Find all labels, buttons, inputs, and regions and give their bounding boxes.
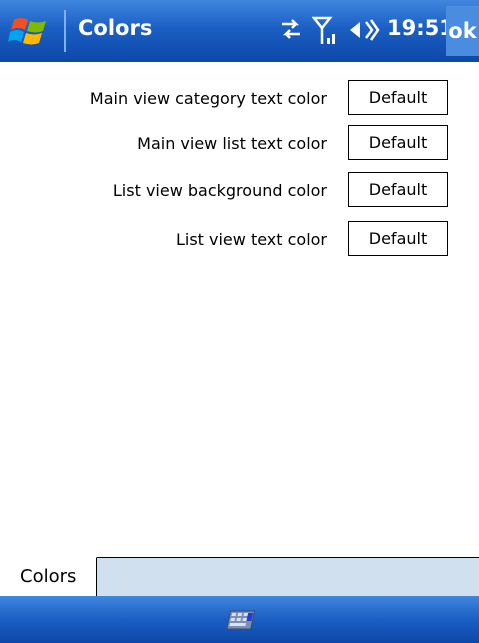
default-button[interactable]: Default [348,221,448,256]
app-title: Colors [78,16,153,40]
default-button[interactable]: Default [348,80,448,115]
windows-flag-icon [8,18,46,45]
title-bar: Colors 19:51 ok [0,0,479,62]
settings-content: Main view category text color Default Ma… [0,62,479,582]
setting-label: List view background color [112,181,327,200]
default-button[interactable]: Default [348,125,448,160]
volume-icon[interactable] [348,14,382,46]
setting-row: Main view category text color Default [0,80,479,117]
setting-row: List view background color Default [0,172,479,209]
setting-row: List view text color Default [0,221,479,258]
tab-label: Colors [20,566,77,587]
default-button[interactable]: Default [348,172,448,207]
tab-colors[interactable]: Colors [0,557,97,597]
clock[interactable]: 19:51 [387,16,454,40]
title-separator [64,10,66,52]
signal-icon[interactable] [312,14,340,46]
menu-bar [0,596,479,643]
setting-label: Main view category text color [89,89,327,108]
ok-button[interactable]: ok [446,6,479,56]
setting-row: Main view list text color Default [0,125,479,162]
start-button[interactable] [0,0,64,62]
tab-strip: Colors [0,557,479,597]
setting-label: Main view list text color [137,134,327,153]
keyboard-icon[interactable] [225,609,255,631]
setting-label: List view text color [175,230,327,249]
connectivity-icon[interactable] [278,14,304,46]
